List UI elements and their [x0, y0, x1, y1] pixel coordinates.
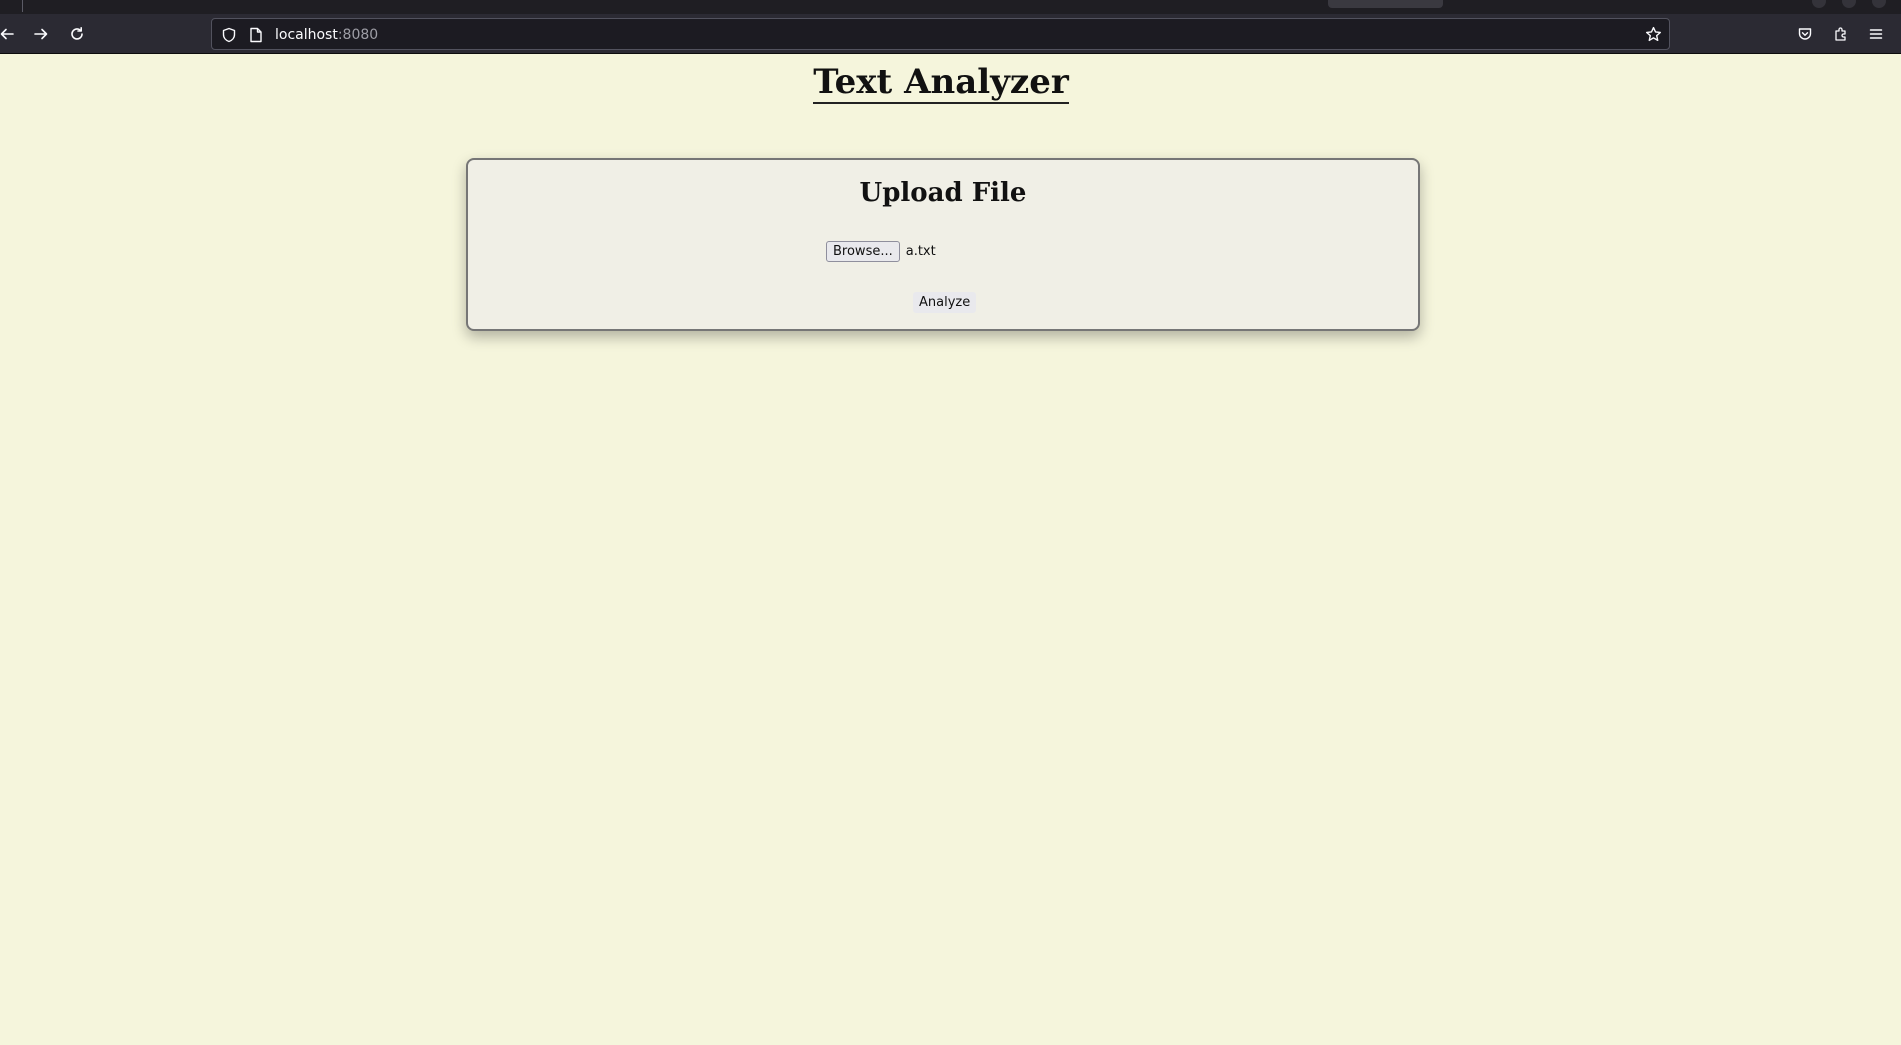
pocket-button[interactable] — [1794, 23, 1816, 45]
back-arrow-icon — [0, 28, 14, 40]
back-button[interactable] — [0, 21, 20, 47]
page-title-text: Text Analyzer — [813, 62, 1069, 104]
tab-divider — [22, 0, 23, 12]
browser-toolbar: localhost:8080 — [0, 14, 1901, 54]
upload-card: Upload File Browse... a.txt Analyze — [466, 158, 1420, 331]
url-port: :8080 — [337, 27, 379, 43]
forward-arrow-icon — [34, 28, 48, 40]
selected-file-name: a.txt — [905, 243, 936, 259]
page-title: Text Analyzer — [0, 61, 1882, 104]
url-text[interactable]: localhost:8080 — [275, 26, 378, 44]
address-bar[interactable]: localhost:8080 — [211, 18, 1670, 50]
file-input[interactable]: Browse... a.txt — [826, 240, 936, 262]
extensions-icon — [1835, 27, 1846, 41]
window-minimize-button[interactable] — [1812, 0, 1826, 8]
page-icon — [250, 27, 262, 43]
pocket-icon — [1798, 28, 1812, 40]
hamburger-menu-icon — [1869, 29, 1883, 39]
reload-icon — [71, 27, 83, 40]
reload-button[interactable] — [64, 21, 90, 47]
bookmark-star-icon[interactable] — [1645, 26, 1662, 43]
url-host: localhost — [275, 27, 338, 43]
page-body: Text Analyzer Upload File Browse... a.tx… — [0, 55, 1901, 1045]
browser-tab[interactable] — [1328, 0, 1443, 8]
window-close-button[interactable] — [1872, 0, 1886, 8]
menu-button[interactable] — [1865, 23, 1887, 45]
analyze-button[interactable]: Analyze — [913, 292, 977, 313]
extensions-button[interactable] — [1830, 23, 1852, 45]
browser-tabstrip — [0, 0, 1901, 14]
window-maximize-button[interactable] — [1842, 0, 1856, 8]
browse-button[interactable]: Browse... — [826, 240, 900, 262]
forward-button[interactable] — [28, 21, 54, 47]
tracking-shield-icon[interactable] — [221, 27, 237, 43]
upload-heading: Upload File — [859, 178, 1027, 208]
